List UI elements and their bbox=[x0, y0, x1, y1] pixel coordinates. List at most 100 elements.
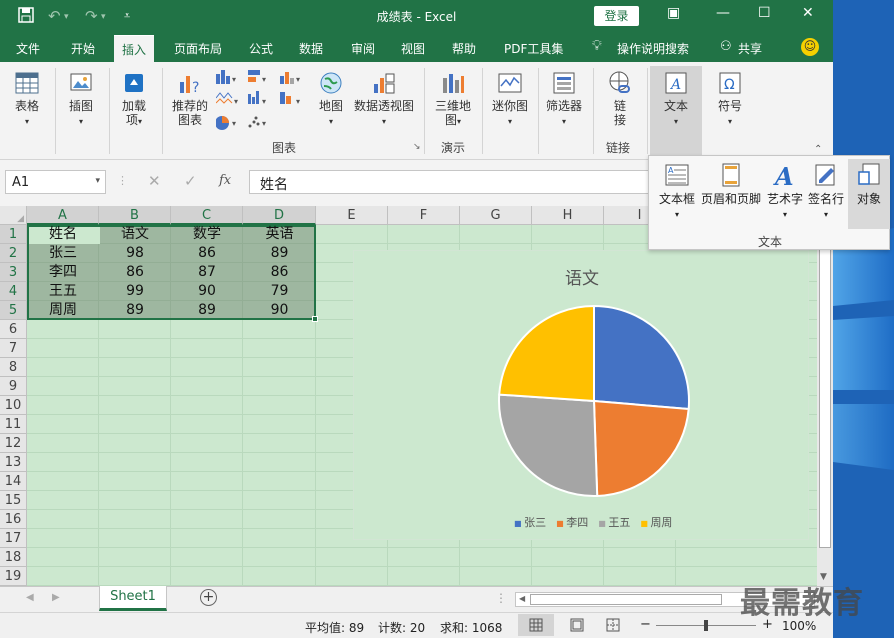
name-box-dropdown-icon[interactable]: ▾ bbox=[95, 176, 100, 186]
ribbon-display-icon[interactable]: ▣ bbox=[667, 5, 680, 21]
textbox-button[interactable]: A 文本框 ▾ bbox=[657, 162, 697, 222]
page-break-icon[interactable] bbox=[606, 618, 620, 632]
minimize-icon[interactable]: — bbox=[716, 5, 730, 21]
row-header-9[interactable]: 9 bbox=[0, 377, 27, 396]
pie-slice-2[interactable] bbox=[498, 393, 599, 497]
add-ins-button[interactable]: 加载 项▾ bbox=[116, 70, 152, 129]
table-cell[interactable]: 86 bbox=[243, 263, 316, 282]
row-header-10[interactable]: 10 bbox=[0, 396, 27, 415]
enter-icon[interactable]: ✓ bbox=[184, 172, 197, 190]
next-sheet-icon[interactable]: ▶ bbox=[52, 592, 60, 603]
symbols-button[interactable]: Ω 符号 ▾ bbox=[710, 70, 750, 129]
column-header-f[interactable]: F bbox=[388, 206, 460, 225]
vertical-scroll-thumb[interactable] bbox=[819, 248, 831, 548]
pie-plot[interactable] bbox=[354, 251, 810, 541]
cancel-icon[interactable]: ✕ bbox=[148, 172, 161, 190]
tab-view[interactable]: 视图 bbox=[401, 40, 425, 57]
zoom-slider[interactable] bbox=[656, 620, 756, 631]
signature-line-button[interactable]: 签名行 ▾ bbox=[806, 162, 846, 222]
smiley-icon[interactable]: ☺ bbox=[801, 38, 819, 56]
vertical-scrollbar[interactable]: ▲ ▼ bbox=[817, 206, 833, 586]
tab-insert[interactable]: 插入 bbox=[114, 35, 155, 62]
table-cell[interactable]: 王五 bbox=[27, 282, 99, 301]
charts-dialog-launcher-icon[interactable]: ↘ bbox=[413, 142, 421, 152]
sparklines-button[interactable]: 迷你图 ▾ bbox=[489, 70, 531, 129]
wordart-button[interactable]: A 艺术字 ▾ bbox=[765, 162, 805, 222]
text-button[interactable]: A 文本 ▾ bbox=[650, 66, 702, 156]
column-header-e[interactable]: E bbox=[316, 206, 388, 225]
tab-page-layout[interactable]: 页面布局 bbox=[174, 40, 222, 57]
3d-map-button[interactable]: 三维地 图▾ bbox=[432, 70, 474, 129]
row-header-18[interactable]: 18 bbox=[0, 548, 27, 567]
user-icon[interactable]: ⚇ bbox=[720, 39, 732, 54]
sheet-tab-sheet1[interactable]: Sheet1 bbox=[99, 586, 167, 611]
normal-view-button[interactable] bbox=[518, 614, 554, 636]
column-header-g[interactable]: G bbox=[460, 206, 532, 225]
row-header-2[interactable]: 2 bbox=[0, 244, 27, 263]
header-footer-button[interactable]: 页眉和页脚 bbox=[699, 162, 763, 206]
login-button[interactable]: 登录 bbox=[594, 6, 639, 26]
table-header-cell[interactable]: 语文 bbox=[99, 225, 171, 244]
tab-data[interactable]: 数据 bbox=[299, 40, 323, 57]
row-header-6[interactable]: 6 bbox=[0, 320, 27, 339]
row-header-4[interactable]: 4 bbox=[0, 282, 27, 301]
table-header-cell[interactable]: 姓名 bbox=[27, 225, 99, 244]
prev-sheet-icon[interactable]: ◀ bbox=[26, 592, 34, 603]
row-header-7[interactable]: 7 bbox=[0, 339, 27, 358]
row-header-11[interactable]: 11 bbox=[0, 415, 27, 434]
map-button[interactable]: 地图 ▾ bbox=[313, 70, 349, 129]
column-header-b[interactable]: B bbox=[99, 206, 171, 225]
recommended-charts-button[interactable]: ? 推荐的 图表 bbox=[169, 70, 211, 127]
row-header-17[interactable]: 17 bbox=[0, 529, 27, 548]
tab-review[interactable]: 审阅 bbox=[351, 40, 375, 57]
table-cell[interactable]: 87 bbox=[171, 263, 243, 282]
column-header-d[interactable]: D bbox=[243, 206, 316, 225]
row-header-8[interactable]: 8 bbox=[0, 358, 27, 377]
table-cell[interactable]: 86 bbox=[99, 263, 171, 282]
filters-button[interactable]: 筛选器 ▾ bbox=[543, 70, 585, 129]
table-header-cell[interactable]: 英语 bbox=[243, 225, 316, 244]
maximize-icon[interactable]: ☐ bbox=[758, 5, 771, 21]
row-header-14[interactable]: 14 bbox=[0, 472, 27, 491]
table-cell[interactable]: 89 bbox=[243, 244, 316, 263]
scroll-left-icon[interactable]: ◀ bbox=[519, 594, 525, 603]
table-cell[interactable]: 90 bbox=[171, 282, 243, 301]
row-header-19[interactable]: 19 bbox=[0, 567, 27, 586]
table-cell[interactable]: 79 bbox=[243, 282, 316, 301]
zoom-slider-thumb[interactable] bbox=[704, 620, 708, 631]
row-header-13[interactable]: 13 bbox=[0, 453, 27, 472]
tab-split-icon[interactable]: ⋮ bbox=[495, 591, 507, 605]
table-cell[interactable]: 张三 bbox=[27, 244, 99, 263]
column-header-h[interactable]: H bbox=[532, 206, 604, 225]
table-cell[interactable]: 99 bbox=[99, 282, 171, 301]
link-button[interactable]: 链接 bbox=[601, 70, 639, 127]
lightbulb-icon[interactable]: 💡︎ bbox=[592, 38, 602, 54]
table-cell[interactable]: 90 bbox=[243, 301, 316, 320]
column-header-c[interactable]: C bbox=[171, 206, 243, 225]
table-cell[interactable]: 86 bbox=[171, 244, 243, 263]
table-cell[interactable]: 李四 bbox=[27, 263, 99, 282]
name-box[interactable]: A1 ▾ bbox=[5, 170, 106, 194]
pie-slice-3[interactable] bbox=[498, 304, 595, 403]
row-header-3[interactable]: 3 bbox=[0, 263, 27, 282]
add-sheet-icon[interactable]: + bbox=[200, 589, 217, 606]
tab-formulas[interactable]: 公式 bbox=[249, 40, 273, 57]
pivot-chart-button[interactable]: 数据透视图 ▾ bbox=[352, 70, 416, 129]
pie-chart[interactable]: 语文 ■ 张三 ■ 李四 ■ 王五 ■ 周周 bbox=[353, 250, 809, 540]
tab-pdf-tools[interactable]: PDF工具集 bbox=[504, 40, 563, 57]
table-header-cell[interactable]: 数学 bbox=[171, 225, 243, 244]
row-header-16[interactable]: 16 bbox=[0, 510, 27, 529]
close-icon[interactable]: ✕ bbox=[802, 5, 814, 21]
tell-me-search[interactable]: 操作说明搜索 bbox=[617, 40, 689, 57]
collapse-ribbon-icon[interactable]: ⌃ bbox=[814, 144, 822, 155]
illustrations-button[interactable]: 插图 ▾ bbox=[63, 70, 99, 129]
table-cell[interactable]: 周周 bbox=[27, 301, 99, 320]
table-cell[interactable]: 98 bbox=[99, 244, 171, 263]
object-button[interactable]: 对象 bbox=[848, 159, 890, 229]
tab-home[interactable]: 开始 bbox=[71, 40, 95, 57]
page-layout-icon[interactable] bbox=[570, 618, 584, 632]
table-cell[interactable]: 89 bbox=[171, 301, 243, 320]
tab-file[interactable]: 文件 bbox=[16, 40, 40, 57]
table-button[interactable]: 表格 ▾ bbox=[8, 70, 46, 129]
row-header-5[interactable]: 5 bbox=[0, 301, 27, 320]
